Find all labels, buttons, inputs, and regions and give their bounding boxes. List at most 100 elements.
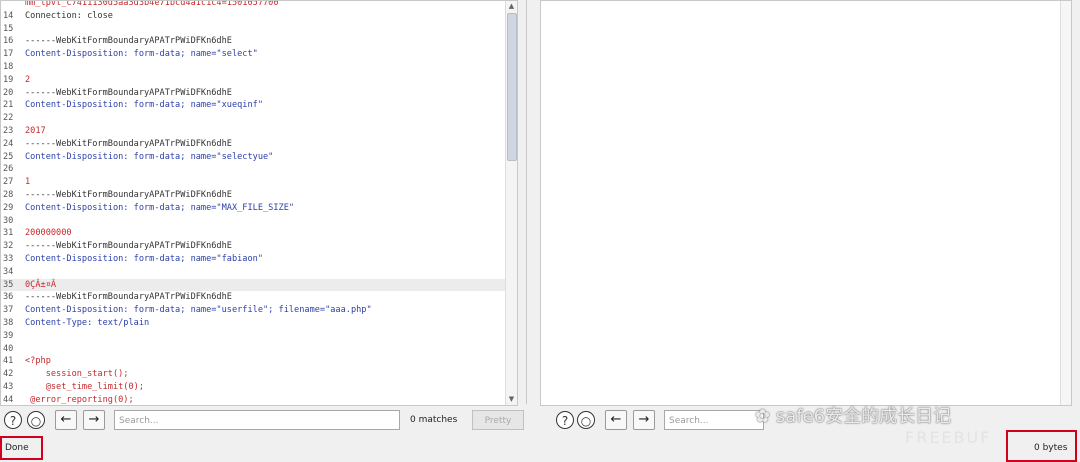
- next-match-button[interactable]: →: [83, 410, 105, 430]
- line-number: 42: [3, 369, 14, 380]
- scroll-up-icon[interactable]: ▲: [506, 1, 517, 12]
- status-left: Done: [5, 443, 29, 453]
- line-number: 38: [3, 318, 14, 328]
- response-vertical-scrollbar[interactable]: [1060, 1, 1071, 405]
- line-number: 40: [3, 343, 14, 354]
- code-line[interactable]: mm_lpvt_c7411130d5aa3d3b4e71bcd4a1c1c4=1…: [1, 1, 505, 10]
- code-line[interactable]: 20 ------WebKitFormBoundaryAPATrPWiDFKn6d…: [1, 87, 505, 100]
- line-number: 25: [3, 151, 14, 162]
- code-line[interactable]: 39: [1, 330, 505, 343]
- line-text: Content-Disposition: form-data; name="xu…: [25, 100, 263, 111]
- code-line[interactable]: 15: [1, 23, 505, 36]
- question-icon[interactable]: ?: [556, 411, 574, 429]
- line-text: @error_reporting(0);: [25, 394, 134, 405]
- line-text: mm_lpvt_c7411130d5aa3d3b4e71bcd4a1c1c4=1…: [25, 1, 279, 8]
- code-line[interactable]: 30: [1, 215, 505, 228]
- code-line[interactable]: 42 session_start();: [1, 368, 505, 381]
- line-number: 36: [3, 292, 14, 303]
- line-number: 33: [3, 254, 14, 264]
- code-line[interactable]: 19 2: [1, 74, 505, 87]
- line-number: 31: [3, 228, 14, 239]
- question-icon[interactable]: ?: [4, 411, 22, 429]
- line-number: 34: [3, 266, 14, 277]
- line-number: 44: [3, 394, 14, 405]
- next-match-button[interactable]: →: [633, 410, 655, 430]
- request-vertical-scrollbar[interactable]: ▲ ▼: [505, 1, 517, 405]
- line-number: 28: [3, 190, 14, 200]
- line-number: 20: [3, 87, 14, 98]
- line-number: 39: [3, 330, 14, 341]
- line-text: Content-Type: text/plain: [25, 318, 150, 328]
- code-line[interactable]: 28 ------WebKitFormBoundaryAPATrPWiDFKn6d…: [1, 189, 505, 202]
- line-number: 29: [3, 202, 14, 213]
- line-number: 16: [3, 36, 14, 47]
- code-line[interactable]: 40: [1, 343, 505, 356]
- prev-match-button[interactable]: ←: [605, 410, 627, 430]
- scroll-down-icon[interactable]: ▼: [506, 394, 517, 405]
- code-line[interactable]: 44 @error_reporting(0);: [1, 394, 505, 405]
- code-line[interactable]: 36 ------WebKitFormBoundaryAPATrPWiDFKn6d…: [1, 291, 505, 304]
- code-line[interactable]: 32 ------WebKitFormBoundaryAPATrPWiDFKn6d…: [1, 240, 505, 253]
- wechat-icon: ✿: [755, 406, 771, 427]
- pretty-button[interactable]: Pretty: [472, 410, 524, 430]
- match-count: 0 matches: [410, 415, 458, 425]
- line-text: session_start();: [25, 369, 129, 380]
- options-icon[interactable]: ○: [27, 411, 45, 429]
- code-line[interactable]: 35 0ÇÂ±¤Â: [1, 278, 505, 292]
- code-line[interactable]: 17 Content-Disposition: form-data; name="…: [1, 48, 505, 61]
- code-line[interactable]: 29 Content-Disposition: form-data; name="…: [1, 202, 505, 215]
- request-search-input[interactable]: Search...: [114, 410, 400, 430]
- line-number: 18: [3, 62, 14, 72]
- line-number: 30: [3, 215, 14, 226]
- pane-divider[interactable]: [526, 0, 527, 404]
- line-text: Content-Disposition: form-data; name="us…: [25, 305, 372, 316]
- code-line[interactable]: 31 200000000: [1, 227, 505, 240]
- watermark-text: safe6安全的成长日记: [775, 406, 952, 427]
- code-line[interactable]: 22: [1, 112, 505, 125]
- prev-match-button[interactable]: ←: [55, 410, 77, 430]
- scroll-thumb[interactable]: [507, 13, 517, 161]
- line-number: 26: [3, 164, 14, 175]
- code-line[interactable]: 43 @set_time_limit(0);: [1, 381, 505, 394]
- code-line[interactable]: 18: [1, 61, 505, 74]
- code-line[interactable]: 21 Content-Disposition: form-data; name="…: [1, 99, 505, 112]
- code-line[interactable]: 37 Content-Disposition: form-data; name="…: [1, 304, 505, 317]
- line-text: 2017: [25, 126, 46, 136]
- code-line[interactable]: 41 <?php: [1, 355, 505, 368]
- line-text: Content-Disposition: form-data; name="fa…: [25, 254, 263, 264]
- line-text: Content-Disposition: form-data; name="MA…: [25, 202, 295, 213]
- request-search-toolbar: ? ○ ← → Search... 0 matches Pretty: [0, 407, 530, 435]
- line-text: @set_time_limit(0);: [25, 382, 144, 392]
- line-text: <?php: [25, 356, 51, 367]
- line-number: 41: [3, 356, 14, 367]
- code-line[interactable]: 33 Content-Disposition: form-data; name="…: [1, 253, 505, 266]
- response-search-input[interactable]: Search...: [664, 410, 764, 430]
- line-text: 200000000: [25, 228, 72, 239]
- response-editor-pane[interactable]: [540, 0, 1072, 406]
- line-text: 0ÇÂ±¤Â: [25, 279, 57, 290]
- code-line[interactable]: 16 ------WebKitFormBoundaryAPATrPWiDFKn6d…: [1, 35, 505, 48]
- request-editor-pane[interactable]: mm_lpvt_c7411130d5aa3d3b4e71bcd4a1c1c4=1…: [0, 0, 518, 406]
- code-line[interactable]: 27 1: [1, 176, 505, 189]
- line-text: Content-Disposition: form-data; name="se…: [25, 49, 258, 60]
- status-right: 0 bytes: [1034, 443, 1068, 453]
- request-code-area[interactable]: mm_lpvt_c7411130d5aa3d3b4e71bcd4a1c1c4=1…: [1, 1, 505, 405]
- line-text: ------WebKitFormBoundaryAPATrPWiDFKn6dhE: [25, 87, 232, 98]
- line-number: 15: [3, 23, 14, 34]
- line-text: ------WebKitFormBoundaryAPATrPWiDFKn6dhE: [25, 36, 232, 47]
- code-line[interactable]: 26: [1, 163, 505, 176]
- line-text: 2: [25, 74, 31, 85]
- line-number: 35: [3, 279, 14, 290]
- code-line[interactable]: 24 ------WebKitFormBoundaryAPATrPWiDFKn6d…: [1, 138, 505, 151]
- line-number: 24: [3, 138, 14, 149]
- code-line[interactable]: 14 Connection: close: [1, 10, 505, 23]
- code-line[interactable]: 34: [1, 266, 505, 279]
- code-line[interactable]: 23 2017: [1, 125, 505, 138]
- line-number: 22: [3, 113, 14, 124]
- code-line[interactable]: 38 Content-Type: text/plain: [1, 317, 505, 330]
- line-number: 37: [3, 305, 14, 316]
- code-line[interactable]: 25 Content-Disposition: form-data; name="…: [1, 151, 505, 164]
- line-text: Connection: close: [25, 10, 113, 21]
- options-icon[interactable]: ○: [577, 411, 595, 429]
- line-text: ------WebKitFormBoundaryAPATrPWiDFKn6dhE: [25, 241, 232, 252]
